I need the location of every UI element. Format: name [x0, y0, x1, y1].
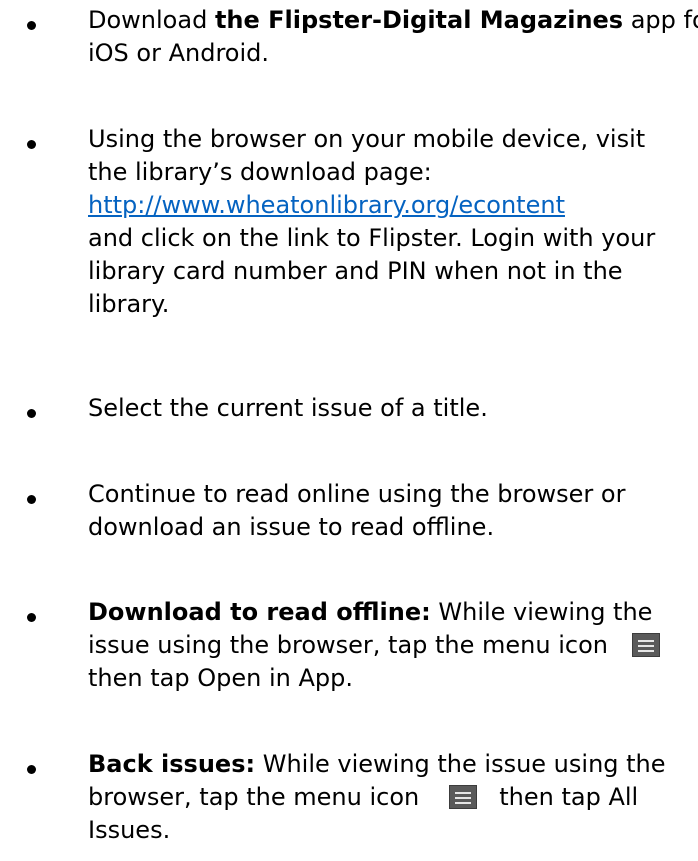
econtent-link[interactable]: http://www.wheatonlibrary.org/econtent [88, 191, 565, 219]
bullet-icon [27, 613, 36, 622]
text-line: iOS or Android. [88, 39, 270, 67]
menu-icon [449, 785, 478, 809]
text-line: Select the current issue of a title. [88, 394, 488, 422]
list-item-text: Select the current issue of a title. [88, 392, 696, 425]
text-line: then tap Open in App. [88, 664, 353, 692]
text-segment: then tap All [499, 783, 639, 811]
text-line: and click on the link to Flipster. Login… [88, 224, 656, 252]
list-item-text: Continue to read online using the browse… [88, 478, 696, 544]
text-segment: While viewing the issue using the [255, 750, 666, 778]
bullet-icon [27, 765, 36, 774]
app-name: the Flipster-Digital Magazines [214, 6, 624, 34]
heading-offline: Download to read offline: [88, 598, 431, 626]
text-line: library. [88, 290, 170, 318]
text-segment: app for [630, 6, 698, 34]
menu-icon [631, 633, 660, 657]
text-segment: issue using the browser, tap the menu ic… [88, 631, 608, 659]
text-line: Issues. [88, 816, 171, 844]
text-line: library card number and PIN when not in … [88, 257, 623, 285]
list-item-text: Download to read offline: While viewing … [88, 596, 696, 695]
text-segment: While viewing the [430, 598, 653, 626]
bullet-icon [27, 409, 36, 418]
text-line: download an issue to read offline. [88, 513, 495, 541]
text-line: Continue to read online using the browse… [88, 480, 626, 508]
text-line: the library’s download page: [88, 158, 432, 186]
text-segment: Download [88, 6, 215, 34]
list-item-text: Back issues: While viewing the issue usi… [88, 748, 696, 847]
bullet-icon [27, 495, 36, 504]
text-line: Using the browser on your mobile device,… [88, 125, 646, 153]
list-item-text: Download the Flipster-Digital Magazines … [88, 4, 698, 70]
bullet-icon [27, 140, 36, 149]
text-segment: browser, tap the menu icon [88, 783, 420, 811]
bullet-icon [27, 21, 36, 30]
heading-back-issues: Back issues: [88, 750, 256, 778]
document-page: Download the Flipster-Digital Magazines … [0, 0, 698, 861]
list-item-text: Using the browser on your mobile device,… [88, 123, 696, 321]
